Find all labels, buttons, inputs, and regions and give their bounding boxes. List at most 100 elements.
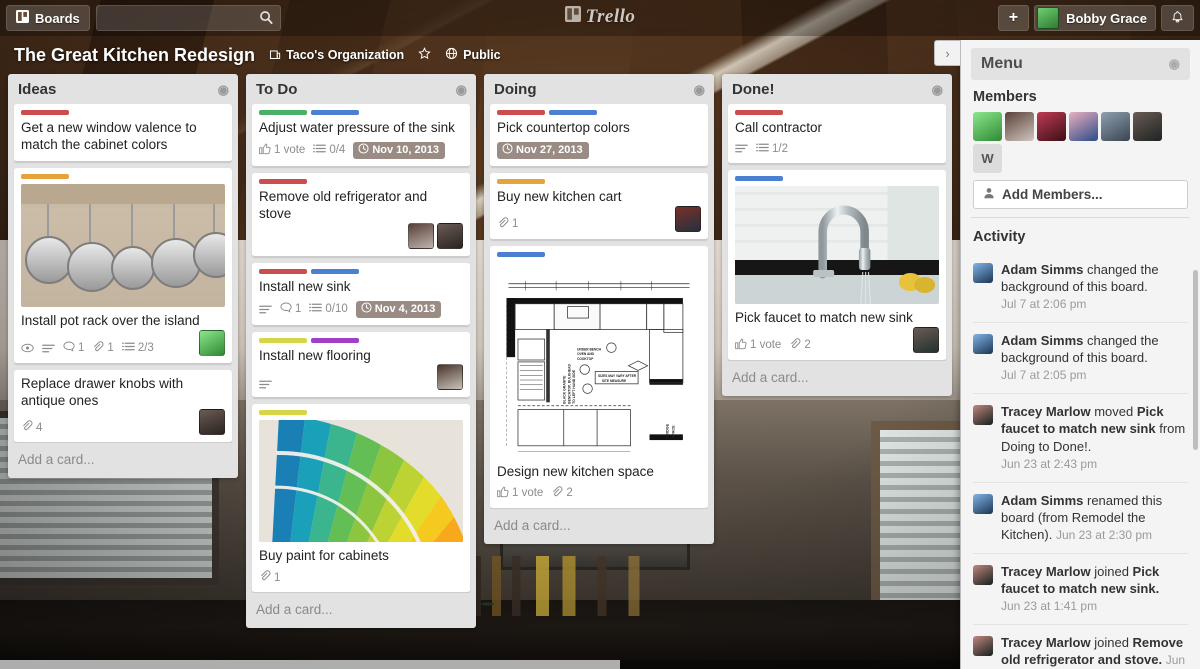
list-doing: Doing ◉ Pick countertop colors Nov 27, 2… bbox=[484, 74, 714, 544]
avatar[interactable] bbox=[1037, 112, 1066, 141]
avatar[interactable] bbox=[973, 405, 993, 426]
boards-button[interactable]: Boards bbox=[6, 5, 90, 31]
activity-item[interactable]: Adam Simms changed the background of thi… bbox=[973, 252, 1188, 324]
avatar[interactable] bbox=[1101, 112, 1130, 141]
activity-item[interactable]: Tracey Marlow joined Pick faucet to matc… bbox=[973, 554, 1188, 625]
list-title[interactable]: Done! bbox=[732, 81, 775, 98]
activity-item[interactable]: Adam Simms changed the background of thi… bbox=[973, 323, 1188, 395]
user-menu-button[interactable]: Bobby Grace bbox=[1034, 5, 1156, 31]
organization-link[interactable]: Taco's Organization bbox=[269, 48, 404, 63]
card[interactable]: Buy paint for cabinets 1 bbox=[252, 404, 470, 594]
label-orange[interactable] bbox=[21, 173, 69, 179]
label-blue[interactable] bbox=[735, 175, 783, 181]
add-card-to-do[interactable]: Add a card... bbox=[246, 593, 476, 628]
list-title[interactable]: Doing bbox=[494, 81, 537, 98]
card[interactable]: Remove old refrigerator and stove bbox=[252, 172, 470, 257]
checklist-badge: 1/2 bbox=[756, 142, 788, 156]
label-red[interactable] bbox=[735, 110, 783, 115]
label-blue[interactable] bbox=[497, 251, 545, 257]
due-date-badge[interactable]: Nov 27, 2013 bbox=[497, 141, 589, 159]
avatar[interactable] bbox=[408, 222, 434, 249]
avatar[interactable] bbox=[973, 112, 1002, 141]
activity-actor[interactable]: Adam Simms bbox=[1001, 333, 1083, 348]
faucet-photo bbox=[735, 185, 939, 304]
activity-item[interactable]: Adam Simms renamed this board (from Remo… bbox=[973, 483, 1188, 554]
activity-actor[interactable]: Adam Simms bbox=[1001, 493, 1083, 508]
label-yellow[interactable] bbox=[259, 337, 307, 343]
notifications-button[interactable] bbox=[1161, 5, 1194, 31]
avatar-initial[interactable]: W bbox=[973, 144, 1002, 173]
activity-item[interactable]: Tracey Marlow moved Pick faucet to match… bbox=[973, 394, 1188, 483]
avatar[interactable] bbox=[675, 205, 701, 232]
add-members-button[interactable]: Add Members... bbox=[973, 180, 1188, 209]
list-menu-icon[interactable]: ◉ bbox=[456, 82, 467, 98]
label-green[interactable] bbox=[259, 110, 307, 115]
trello-mark-icon bbox=[564, 6, 581, 28]
label-blue[interactable] bbox=[311, 110, 359, 115]
activity-actor[interactable]: Tracey Marlow bbox=[1001, 404, 1091, 419]
label-yellow[interactable] bbox=[259, 410, 307, 416]
activity-time: Jul 7 at 2:05 pm bbox=[1001, 368, 1087, 383]
card[interactable]: Install pot rack over the island 1 1 2/3 bbox=[14, 167, 232, 364]
activity-item[interactable]: Tracey Marlow joined Remove old refriger… bbox=[973, 625, 1188, 669]
card[interactable]: Replace drawer knobs with antique ones 4 bbox=[14, 369, 232, 444]
label-red[interactable] bbox=[497, 110, 545, 115]
avatar[interactable] bbox=[199, 409, 225, 436]
card[interactable]: Install new flooring bbox=[252, 331, 470, 399]
top-navigation-bar: Boards Trello + Bobby Grace bbox=[0, 0, 1200, 36]
label-red[interactable] bbox=[259, 268, 307, 274]
sidebar-scrollbar[interactable] bbox=[1193, 270, 1198, 450]
comment-badge: 1 bbox=[280, 302, 301, 316]
list-menu-icon[interactable]: ◉ bbox=[932, 82, 943, 98]
list-title[interactable]: To Do bbox=[256, 81, 297, 98]
page-title[interactable]: The Great Kitchen Redesign bbox=[14, 45, 255, 66]
avatar[interactable] bbox=[1069, 112, 1098, 141]
card[interactable]: Pick countertop colors Nov 27, 2013 bbox=[490, 104, 708, 167]
avatar[interactable] bbox=[1133, 112, 1162, 141]
add-card-doing[interactable]: Add a card... bbox=[484, 509, 714, 544]
card[interactable]: UNDER BENCH OVEN AND COOKTOP SIZES MAY V… bbox=[490, 245, 708, 509]
avatar[interactable] bbox=[1005, 112, 1034, 141]
card[interactable]: Adjust water pressure of the sink 1 vote… bbox=[252, 104, 470, 167]
list-menu-icon[interactable]: ◉ bbox=[694, 82, 705, 98]
label-blue[interactable] bbox=[549, 110, 597, 115]
visibility-button[interactable]: Public bbox=[445, 47, 501, 63]
label-blue[interactable] bbox=[311, 268, 359, 274]
avatar[interactable] bbox=[973, 334, 993, 355]
avatar[interactable] bbox=[973, 263, 993, 283]
activity-actor[interactable]: Adam Simms bbox=[1001, 262, 1083, 277]
search-input[interactable] bbox=[96, 10, 280, 26]
add-card-ideas[interactable]: Add a card... bbox=[8, 443, 238, 478]
search-box[interactable] bbox=[95, 5, 281, 31]
add-card-done[interactable]: Add a card... bbox=[722, 361, 952, 396]
list-menu-icon[interactable]: ◉ bbox=[218, 82, 229, 98]
add-button[interactable]: + bbox=[997, 5, 1030, 31]
card[interactable]: Call contractor 1/2 bbox=[728, 104, 946, 164]
avatar[interactable] bbox=[973, 635, 993, 656]
activity-actor[interactable]: Tracey Marlow bbox=[1001, 635, 1091, 650]
avatar[interactable] bbox=[973, 564, 993, 585]
board-horizontal-scrollbar[interactable] bbox=[0, 660, 960, 669]
activity-feed[interactable]: Adam Simms changed the background of thi… bbox=[961, 252, 1200, 669]
label-red[interactable] bbox=[21, 110, 69, 115]
avatar[interactable] bbox=[973, 493, 993, 514]
card[interactable]: Get a new window valence to match the ca… bbox=[14, 104, 232, 162]
label-purple[interactable] bbox=[311, 337, 359, 343]
due-date-badge[interactable]: Nov 4, 2013 bbox=[355, 300, 442, 318]
avatar[interactable] bbox=[913, 326, 939, 353]
card[interactable]: Pick faucet to match new sink 1 vote 2 bbox=[728, 169, 946, 361]
card[interactable]: Buy new kitchen cart 1 bbox=[490, 172, 708, 240]
card-title: Buy paint for cabinets bbox=[259, 548, 389, 564]
activity-actor[interactable]: Tracey Marlow bbox=[1001, 564, 1091, 579]
members-section: Members W Add Members... bbox=[961, 80, 1200, 215]
avatar[interactable] bbox=[199, 329, 225, 356]
label-red[interactable] bbox=[259, 178, 307, 184]
star-button[interactable] bbox=[418, 47, 431, 63]
label-orange[interactable] bbox=[497, 178, 545, 184]
avatar[interactable] bbox=[437, 222, 463, 249]
list-title[interactable]: Ideas bbox=[18, 81, 56, 98]
avatar[interactable] bbox=[437, 364, 463, 391]
due-date-badge[interactable]: Nov 10, 2013 bbox=[353, 141, 445, 159]
search-icon[interactable] bbox=[259, 10, 274, 28]
card[interactable]: Install new sink 1 0/10 Nov 4, 2013 bbox=[252, 262, 470, 326]
